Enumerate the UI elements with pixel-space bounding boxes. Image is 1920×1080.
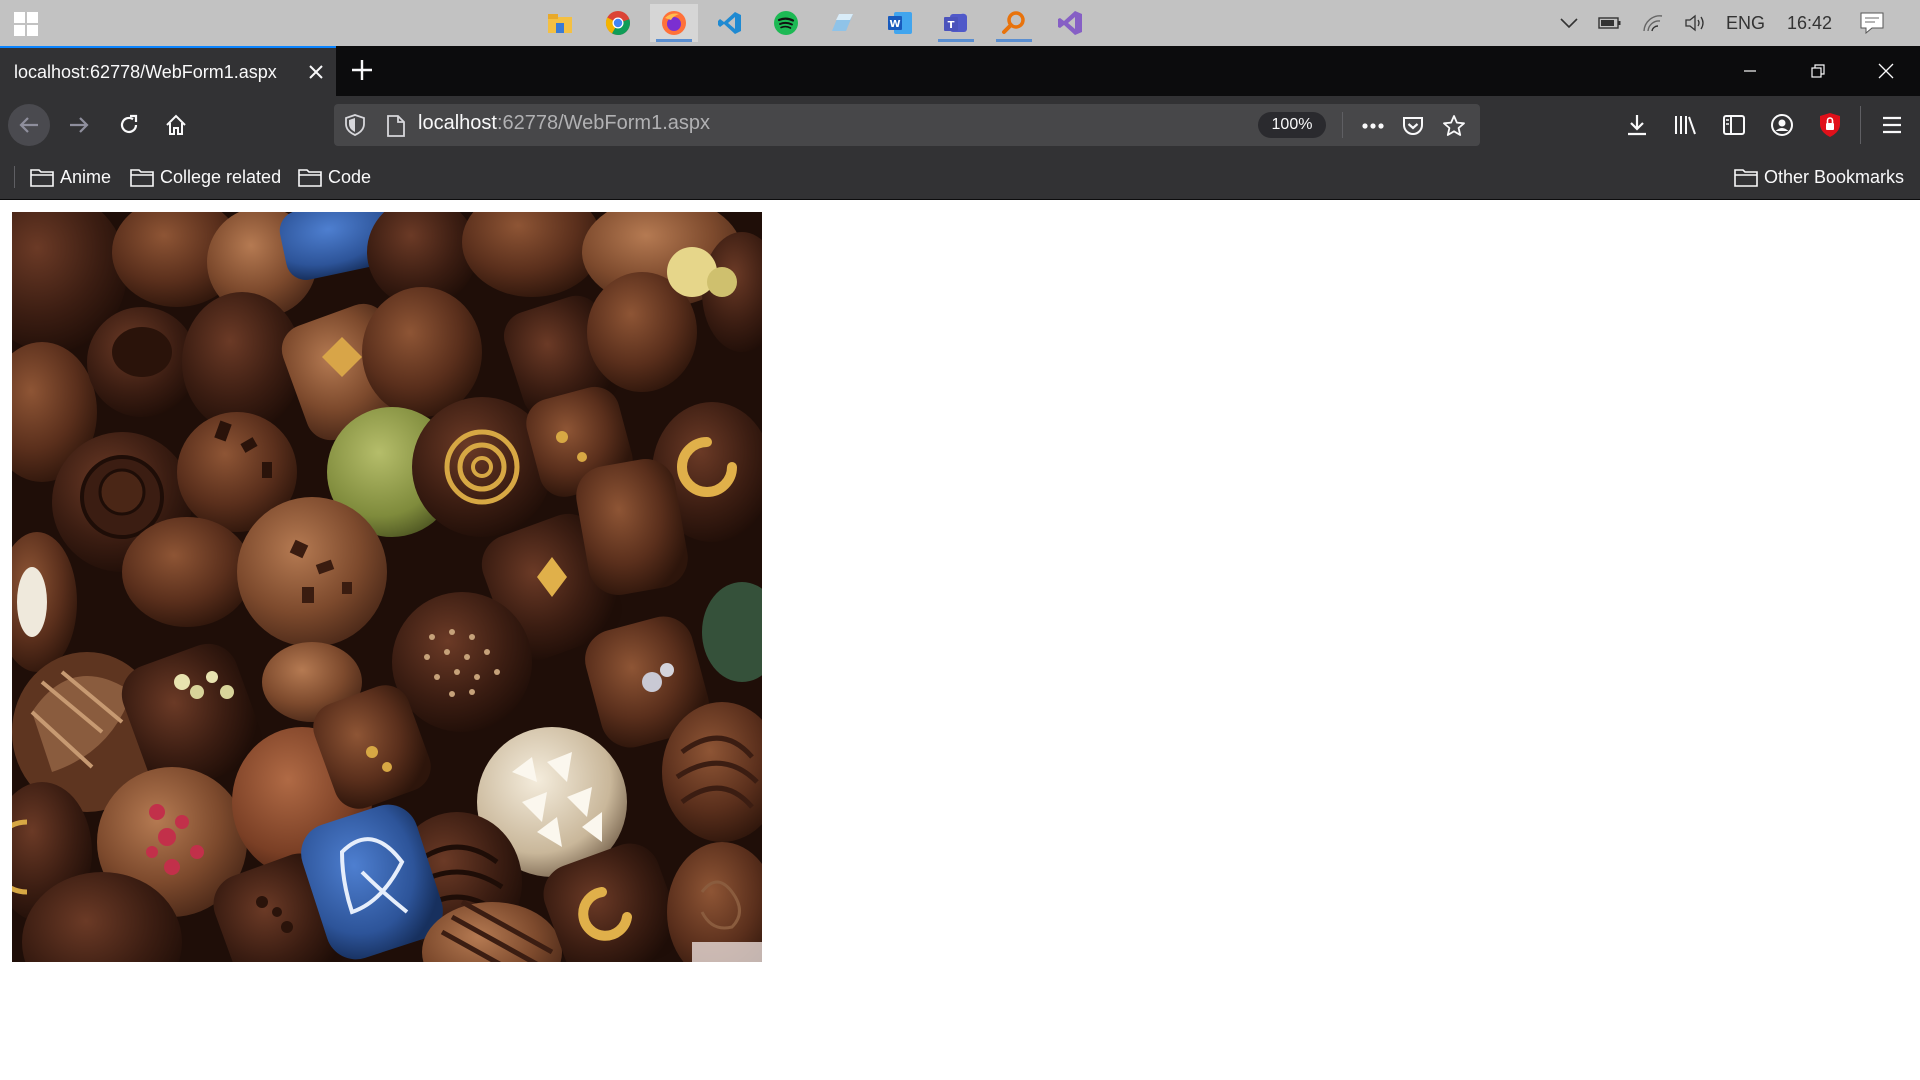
other-bookmarks-folder[interactable]: Other Bookmarks — [1734, 162, 1904, 192]
bookmark-label: Anime — [60, 166, 112, 187]
volume-icon[interactable] — [1684, 14, 1706, 32]
library-icon[interactable] — [1671, 110, 1701, 140]
new-tab-button[interactable] — [344, 52, 380, 88]
svg-text:T: T — [948, 20, 955, 31]
url-bar-divider — [1342, 112, 1343, 138]
firefox-icon[interactable] — [650, 4, 698, 42]
chrome-icon[interactable] — [594, 4, 642, 42]
windows-taskbar: W T ENG 16:42 — [0, 0, 1920, 46]
close-window-button[interactable] — [1852, 46, 1920, 96]
downloads-icon[interactable] — [1622, 110, 1652, 140]
bookmark-star-icon[interactable] — [1441, 113, 1467, 139]
file-explorer-icon[interactable] — [536, 4, 584, 42]
search-tool-icon[interactable] — [990, 4, 1038, 42]
bookmarks-toolbar: Anime College related Code Other Bookmar… — [0, 154, 1920, 200]
bookmark-label: Code — [328, 166, 372, 187]
word-icon[interactable]: W — [876, 4, 924, 42]
folder-icon — [30, 169, 54, 187]
chevron-up-icon[interactable] — [1560, 17, 1578, 29]
tab-close-icon[interactable] — [296, 58, 336, 86]
bookmark-folder-code[interactable]: Code — [298, 162, 371, 192]
windows-start-icon[interactable] — [14, 12, 38, 36]
forward-button[interactable] — [58, 104, 100, 146]
account-icon[interactable] — [1767, 110, 1797, 140]
hamburger-menu-icon[interactable] — [1877, 110, 1907, 140]
page-actions-more-icon[interactable] — [1360, 113, 1386, 139]
home-button[interactable] — [155, 104, 197, 146]
folder-icon — [298, 169, 322, 187]
clock[interactable]: 16:42 — [1787, 13, 1832, 34]
minimize-button[interactable] — [1716, 46, 1784, 96]
bookmark-folder-college-related[interactable]: College related — [130, 162, 281, 192]
notification-center-icon[interactable] — [1860, 12, 1884, 34]
reload-button[interactable] — [108, 104, 150, 146]
visual-studio-icon[interactable] — [1046, 4, 1094, 42]
bookmark-folder-anime[interactable]: Anime — [30, 162, 111, 192]
back-button[interactable] — [8, 104, 50, 146]
restore-button[interactable] — [1784, 46, 1852, 96]
url-host: localhost — [418, 112, 497, 134]
vscode-icon[interactable] — [706, 4, 754, 42]
zoom-level-badge[interactable]: 100% — [1258, 112, 1326, 138]
browser-tab-strip: localhost:62778/WebForm1.aspx — [0, 46, 1920, 96]
url-text[interactable]: localhost:62778/WebForm1.aspx — [418, 112, 710, 135]
wifi-icon[interactable] — [1642, 14, 1664, 32]
chocolates-image — [12, 212, 762, 962]
page-content — [0, 200, 1920, 1080]
tab-title: localhost:62778/WebForm1.aspx — [14, 61, 277, 82]
adblocker-extension-icon[interactable] — [1815, 110, 1845, 140]
navigation-toolbar: localhost:62778/WebForm1.aspx 100% — [0, 96, 1920, 154]
language-indicator[interactable]: ENG — [1726, 13, 1765, 34]
sidebar-toggle-icon[interactable] — [1719, 110, 1749, 140]
bookmarks-divider — [14, 166, 15, 188]
page-info-icon[interactable] — [386, 114, 406, 142]
bookmark-label: Other Bookmarks — [1764, 166, 1905, 187]
url-path: :62778/WebForm1.aspx — [496, 112, 711, 134]
tracking-protection-shield-icon[interactable] — [344, 113, 366, 141]
svg-text:W: W — [889, 19, 900, 30]
generic-app-icon[interactable] — [818, 4, 866, 42]
pocket-icon[interactable] — [1400, 113, 1426, 139]
system-tray: ENG 16:42 — [1550, 0, 1920, 46]
bookmark-label: College related — [160, 166, 282, 187]
spotify-icon[interactable] — [762, 4, 810, 42]
url-bar[interactable]: localhost:62778/WebForm1.aspx 100% — [334, 104, 1480, 146]
folder-icon — [1734, 169, 1758, 187]
teams-icon[interactable]: T — [932, 4, 980, 42]
battery-icon[interactable] — [1598, 15, 1622, 31]
browser-tab-active[interactable]: localhost:62778/WebForm1.aspx — [0, 46, 336, 96]
toolbar-divider — [1860, 106, 1861, 144]
folder-icon — [130, 169, 154, 187]
